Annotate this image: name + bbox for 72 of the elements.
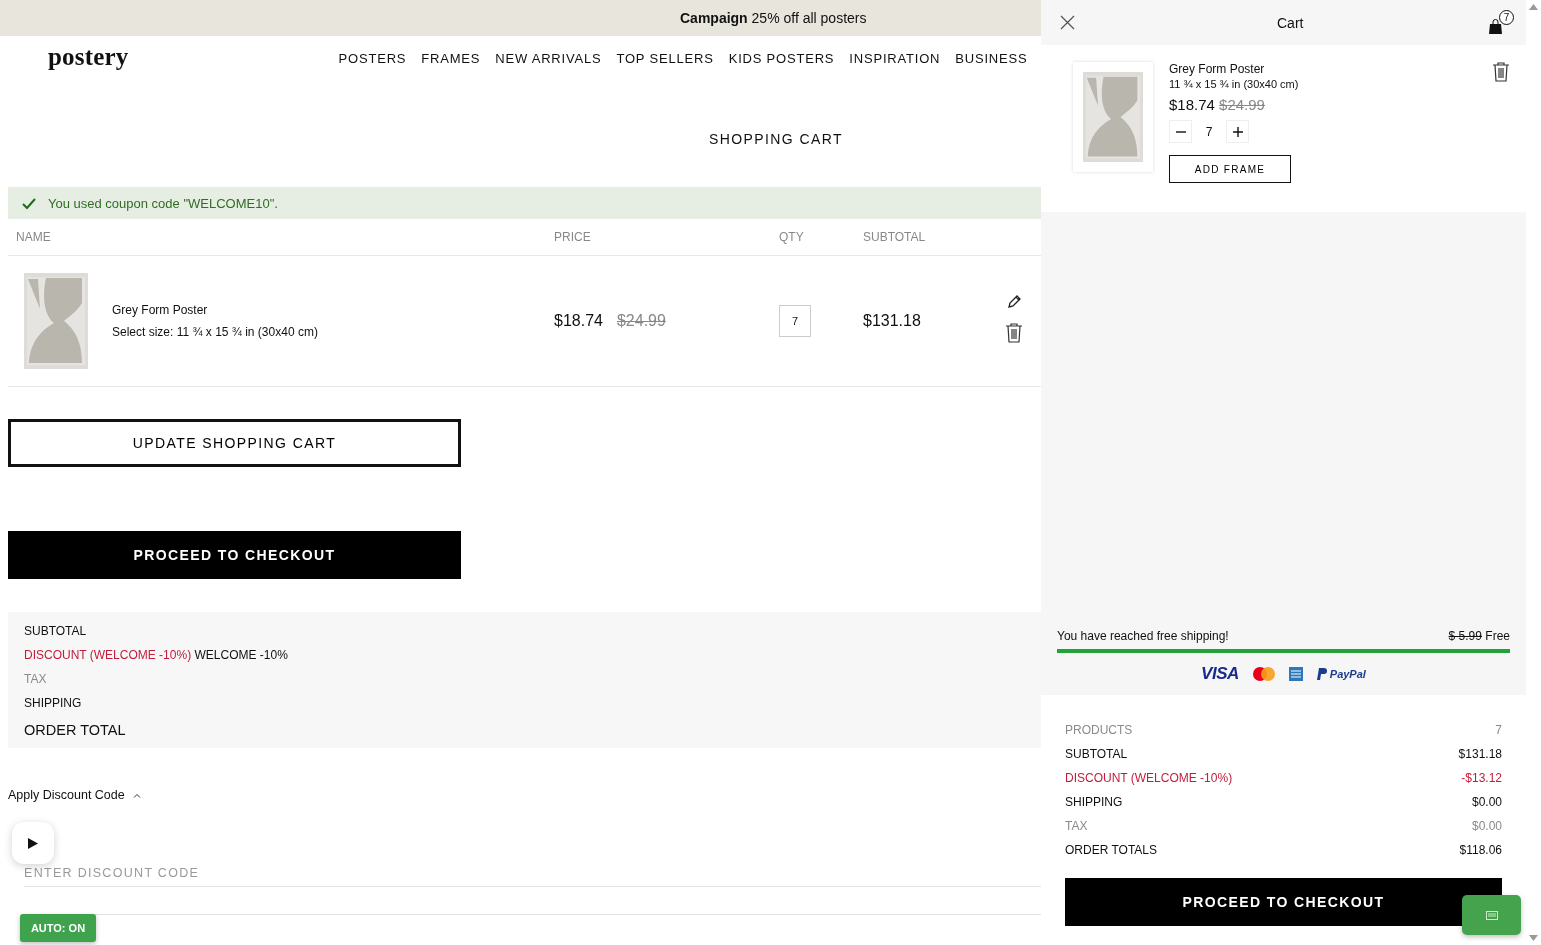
old-shipping-cost: $ 5.99 <box>1448 629 1482 643</box>
free-shipping-message: You have reached free shipping! <box>1057 629 1229 643</box>
product-name: Grey Form Poster <box>112 303 209 317</box>
old-price: $24.99 <box>1219 96 1265 113</box>
play-button[interactable] <box>12 822 54 864</box>
shopping-bag-icon[interactable] <box>1488 18 1503 34</box>
quantity-field[interactable]: 7 <box>779 305 811 337</box>
total-value: $0.00 <box>1471 795 1502 809</box>
summary-row-text: DISCOUNT (WELCOME -10%) WELCOME -10% <box>24 648 289 662</box>
nav-link[interactable]: NEW ARRIVALS <box>495 51 602 66</box>
column-header: NAME <box>15 230 51 244</box>
nav-link[interactable]: INSPIRATION <box>849 51 941 66</box>
add-frame-button[interactable]: ADD FRAME <box>1169 155 1291 183</box>
field-label: ENTER DISCOUNT CODE <box>24 866 200 880</box>
scroll-up-icon[interactable] <box>1529 4 1538 10</box>
price: $18.74 <box>1169 96 1215 113</box>
trash-icon[interactable] <box>1005 322 1023 343</box>
shipping-cost: Free <box>1485 629 1510 643</box>
column-header: PRICE <box>553 230 591 244</box>
nav-link[interactable]: KIDS POSTERS <box>728 51 835 66</box>
total-value: $118.06 <box>1459 843 1502 857</box>
product-name: Grey Form Poster <box>1169 62 1266 76</box>
plus-icon <box>1232 126 1243 137</box>
nav-link[interactable]: TOP SELLERS <box>616 51 714 66</box>
total-value: $0.00 <box>1471 819 1502 833</box>
column-header: QTY <box>778 230 804 244</box>
summary-row-text: SHIPPING <box>24 696 83 710</box>
paypal-logo: PayPal <box>1316 668 1366 680</box>
summary-row-text: SUBTOTAL <box>24 624 88 638</box>
checkout-button[interactable]: PROCEED TO CHECKOUT <box>1065 878 1502 926</box>
check-icon <box>22 196 36 210</box>
visa-logo: VISA <box>1201 664 1239 684</box>
play-icon <box>28 837 38 849</box>
product-size: 11 ¾ x 15 ¾ in (30x40 cm) <box>1169 78 1300 90</box>
mastercard-logo <box>1252 667 1275 681</box>
total-value: $131.18 <box>1458 747 1502 761</box>
total-label: SUBTOTAL <box>1065 747 1128 761</box>
nav-link[interactable]: POSTERS <box>338 51 407 66</box>
drawer-title: Cart <box>1277 15 1304 31</box>
price: $18.74 <box>554 312 603 330</box>
amex-logo <box>1288 667 1303 681</box>
total-label: ORDER TOTALS <box>1065 843 1158 857</box>
campaign-banner-text: Campaign 25% off all posters <box>680 10 867 26</box>
product-size: Select size: 11 ¾ x 15 ¾ in (30x40 cm) <box>112 325 318 339</box>
total-label: PRODUCTS <box>1065 723 1133 737</box>
pencil-icon[interactable] <box>1006 293 1022 309</box>
summary-row-text: ORDER TOTAL <box>24 722 127 738</box>
total-label: SHIPPING <box>1065 795 1123 809</box>
coupon-message: You used coupon code "WELCOME10". <box>8 187 1041 219</box>
quantity: 7 <box>1204 124 1214 139</box>
increase-button[interactable] <box>1226 120 1249 143</box>
close-icon[interactable] <box>1060 15 1075 30</box>
logo[interactable]: postery <box>48 43 129 71</box>
decrease-button[interactable] <box>1169 120 1192 143</box>
total-value: 7 <box>1495 723 1502 737</box>
trash-icon[interactable] <box>1492 62 1510 82</box>
total-value: -$13.12 <box>1461 771 1502 785</box>
old-price: $24.99 <box>616 312 666 330</box>
update-cart-button[interactable]: UPDATE SHOPPING CART <box>8 419 461 467</box>
minus-icon <box>1175 130 1186 133</box>
summary-row-text: TAX <box>24 672 48 686</box>
total-label: TAX <box>1065 819 1088 833</box>
total-label: DISCOUNT (WELCOME -10%) <box>1065 771 1233 785</box>
nav-link[interactable]: BUSINESS <box>955 51 1028 66</box>
column-header: SUBTOTAL <box>862 230 926 244</box>
checkout-button[interactable]: PROCEED TO CHECKOUT <box>8 531 461 579</box>
scroll-down-icon[interactable] <box>1529 935 1538 941</box>
page-title: SHOPPING CART <box>709 131 843 147</box>
nav-link[interactable]: FRAMES <box>421 51 481 66</box>
discount-toggle[interactable]: Apply Discount Code <box>8 788 141 802</box>
subtotal: $131.18 <box>863 312 921 330</box>
cart-count-badge: 7 <box>1499 9 1514 25</box>
